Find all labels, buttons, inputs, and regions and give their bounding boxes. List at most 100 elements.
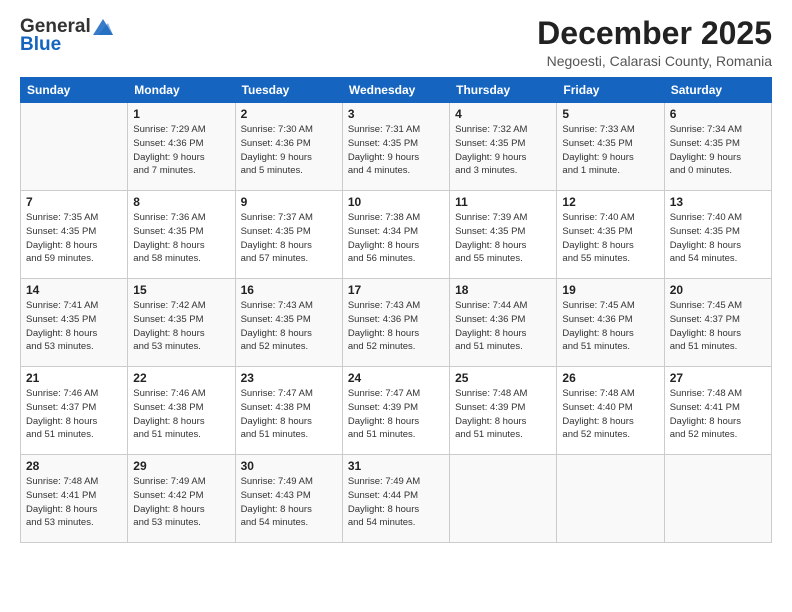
- day-number: 4: [455, 107, 551, 121]
- logo-blue: Blue: [20, 34, 61, 56]
- day-number: 14: [26, 283, 122, 297]
- calendar-table: Sunday Monday Tuesday Wednesday Thursday…: [20, 77, 772, 543]
- table-row: 20Sunrise: 7:45 AM Sunset: 4:37 PM Dayli…: [664, 279, 771, 367]
- day-number: 29: [133, 459, 229, 473]
- table-row: 9Sunrise: 7:37 AM Sunset: 4:35 PM Daylig…: [235, 191, 342, 279]
- day-detail: Sunrise: 7:48 AM Sunset: 4:39 PM Dayligh…: [455, 387, 551, 442]
- day-number: 11: [455, 195, 551, 209]
- header-saturday: Saturday: [664, 78, 771, 103]
- day-number: 3: [348, 107, 444, 121]
- day-number: 30: [241, 459, 337, 473]
- location-title: Negoesti, Calarasi County, Romania: [537, 53, 772, 69]
- day-number: 31: [348, 459, 444, 473]
- calendar-week-row: 1 Sunrise: 7:29 AM Sunset: 4:36 PM Daylig…: [21, 103, 772, 191]
- day-number: 8: [133, 195, 229, 209]
- day-number: 21: [26, 371, 122, 385]
- header-sunday: Sunday: [21, 78, 128, 103]
- logo: General Blue: [20, 16, 115, 56]
- day-number: 7: [26, 195, 122, 209]
- day-number: 26: [562, 371, 658, 385]
- day-detail: Sunrise: 7:36 AM Sunset: 4:35 PM Dayligh…: [133, 211, 229, 266]
- header-wednesday: Wednesday: [342, 78, 449, 103]
- day-detail: Sunrise: 7:46 AM Sunset: 4:38 PM Dayligh…: [133, 387, 229, 442]
- header-tuesday: Tuesday: [235, 78, 342, 103]
- day-detail: Sunrise: 7:44 AM Sunset: 4:36 PM Dayligh…: [455, 299, 551, 354]
- day-detail: Sunrise: 7:33 AM Sunset: 4:35 PM Dayligh…: [562, 123, 658, 178]
- day-number: 10: [348, 195, 444, 209]
- table-row: [664, 455, 771, 543]
- day-number: 9: [241, 195, 337, 209]
- logo-icon: [93, 19, 113, 35]
- day-detail: Sunrise: 7:39 AM Sunset: 4:35 PM Dayligh…: [455, 211, 551, 266]
- table-row: 5Sunrise: 7:33 AM Sunset: 4:35 PM Daylig…: [557, 103, 664, 191]
- table-row: 24 Sunrise: 7:47 AM Sunset: 4:39 PM Dayli…: [342, 367, 449, 455]
- table-row: 10 Sunrise: 7:38 AM Sunset: 4:34 PM Dayli…: [342, 191, 449, 279]
- day-number: 24: [348, 371, 444, 385]
- table-row: 4 Sunrise: 7:32 AM Sunset: 4:35 PM Daylig…: [450, 103, 557, 191]
- day-detail: Sunrise: 7:38 AM Sunset: 4:34 PM Dayligh…: [348, 211, 444, 266]
- table-row: 7 Sunrise: 7:35 AM Sunset: 4:35 PM Daylig…: [21, 191, 128, 279]
- table-row: 3 Sunrise: 7:31 AM Sunset: 4:35 PM Daylig…: [342, 103, 449, 191]
- table-row: 30Sunrise: 7:49 AM Sunset: 4:43 PM Dayli…: [235, 455, 342, 543]
- table-row: [21, 103, 128, 191]
- day-number: 25: [455, 371, 551, 385]
- day-number: 18: [455, 283, 551, 297]
- table-row: 23 Sunrise: 7:47 AM Sunset: 4:38 PM Dayli…: [235, 367, 342, 455]
- table-row: 14 Sunrise: 7:41 AM Sunset: 4:35 PM Dayli…: [21, 279, 128, 367]
- day-number: 28: [26, 459, 122, 473]
- table-row: 17Sunrise: 7:43 AM Sunset: 4:36 PM Dayli…: [342, 279, 449, 367]
- calendar-week-row: 7 Sunrise: 7:35 AM Sunset: 4:35 PM Daylig…: [21, 191, 772, 279]
- day-detail: Sunrise: 7:48 AM Sunset: 4:40 PM Dayligh…: [562, 387, 658, 442]
- day-detail: Sunrise: 7:47 AM Sunset: 4:39 PM Dayligh…: [348, 387, 444, 442]
- day-detail: Sunrise: 7:31 AM Sunset: 4:35 PM Dayligh…: [348, 123, 444, 178]
- table-row: 26 Sunrise: 7:48 AM Sunset: 4:40 PM Dayli…: [557, 367, 664, 455]
- calendar-week-row: 14 Sunrise: 7:41 AM Sunset: 4:35 PM Dayli…: [21, 279, 772, 367]
- table-row: 28 Sunrise: 7:48 AM Sunset: 4:41 PM Dayli…: [21, 455, 128, 543]
- day-number: 6: [670, 107, 766, 121]
- day-number: 12: [562, 195, 658, 209]
- header-friday: Friday: [557, 78, 664, 103]
- table-row: 29 Sunrise: 7:49 AM Sunset: 4:42 PM Dayli…: [128, 455, 235, 543]
- table-row: [450, 455, 557, 543]
- table-row: 18 Sunrise: 7:44 AM Sunset: 4:36 PM Dayli…: [450, 279, 557, 367]
- table-row: 12 Sunrise: 7:40 AM Sunset: 4:35 PM Dayli…: [557, 191, 664, 279]
- day-detail: Sunrise: 7:49 AM Sunset: 4:42 PM Dayligh…: [133, 475, 229, 530]
- day-detail: Sunrise: 7:43 AM Sunset: 4:35 PM Dayligh…: [241, 299, 337, 354]
- header-monday: Monday: [128, 78, 235, 103]
- day-detail: Sunrise: 7:29 AM Sunset: 4:36 PM Dayligh…: [133, 123, 229, 178]
- table-row: 6Sunrise: 7:34 AM Sunset: 4:35 PM Daylig…: [664, 103, 771, 191]
- day-detail: Sunrise: 7:47 AM Sunset: 4:38 PM Dayligh…: [241, 387, 337, 442]
- day-detail: Sunrise: 7:42 AM Sunset: 4:35 PM Dayligh…: [133, 299, 229, 354]
- table-row: 13Sunrise: 7:40 AM Sunset: 4:35 PM Dayli…: [664, 191, 771, 279]
- table-row: 11 Sunrise: 7:39 AM Sunset: 4:35 PM Dayli…: [450, 191, 557, 279]
- day-detail: Sunrise: 7:41 AM Sunset: 4:35 PM Dayligh…: [26, 299, 122, 354]
- table-row: 1 Sunrise: 7:29 AM Sunset: 4:36 PM Daylig…: [128, 103, 235, 191]
- day-detail: Sunrise: 7:45 AM Sunset: 4:36 PM Dayligh…: [562, 299, 658, 354]
- day-number: 1: [133, 107, 229, 121]
- day-detail: Sunrise: 7:32 AM Sunset: 4:35 PM Dayligh…: [455, 123, 551, 178]
- day-detail: Sunrise: 7:48 AM Sunset: 4:41 PM Dayligh…: [670, 387, 766, 442]
- day-detail: Sunrise: 7:46 AM Sunset: 4:37 PM Dayligh…: [26, 387, 122, 442]
- header: General Blue December 2025 Negoesti, Cal…: [20, 16, 772, 69]
- day-detail: Sunrise: 7:35 AM Sunset: 4:35 PM Dayligh…: [26, 211, 122, 266]
- month-title: December 2025: [537, 16, 772, 51]
- day-number: 16: [241, 283, 337, 297]
- day-detail: Sunrise: 7:48 AM Sunset: 4:41 PM Dayligh…: [26, 475, 122, 530]
- day-number: 2: [241, 107, 337, 121]
- table-row: 31 Sunrise: 7:49 AM Sunset: 4:44 PM Dayli…: [342, 455, 449, 543]
- calendar-week-row: 21 Sunrise: 7:46 AM Sunset: 4:37 PM Dayli…: [21, 367, 772, 455]
- table-row: 2Sunrise: 7:30 AM Sunset: 4:36 PM Daylig…: [235, 103, 342, 191]
- day-number: 23: [241, 371, 337, 385]
- day-number: 15: [133, 283, 229, 297]
- title-block: December 2025 Negoesti, Calarasi County,…: [537, 16, 772, 69]
- day-number: 17: [348, 283, 444, 297]
- day-number: 22: [133, 371, 229, 385]
- table-row: 8 Sunrise: 7:36 AM Sunset: 4:35 PM Daylig…: [128, 191, 235, 279]
- header-thursday: Thursday: [450, 78, 557, 103]
- day-detail: Sunrise: 7:49 AM Sunset: 4:44 PM Dayligh…: [348, 475, 444, 530]
- day-detail: Sunrise: 7:40 AM Sunset: 4:35 PM Dayligh…: [562, 211, 658, 266]
- calendar-week-row: 28 Sunrise: 7:48 AM Sunset: 4:41 PM Dayli…: [21, 455, 772, 543]
- table-row: 22 Sunrise: 7:46 AM Sunset: 4:38 PM Dayli…: [128, 367, 235, 455]
- day-number: 20: [670, 283, 766, 297]
- table-row: 19Sunrise: 7:45 AM Sunset: 4:36 PM Dayli…: [557, 279, 664, 367]
